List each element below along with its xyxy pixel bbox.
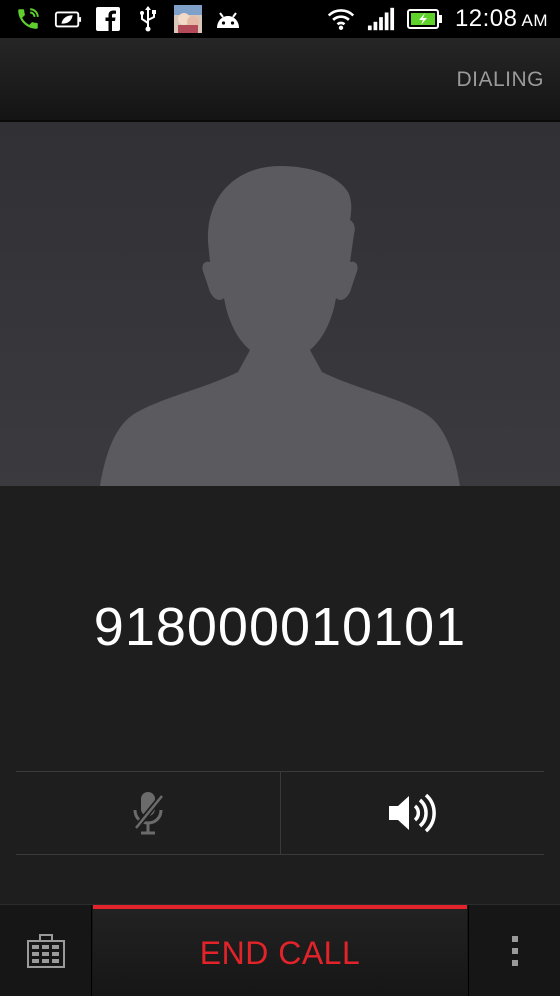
system-icons: 12:08 AM xyxy=(327,4,548,34)
signal-icon xyxy=(367,5,395,33)
dialpad-button[interactable] xyxy=(0,905,92,996)
clock-time: 12:08 xyxy=(454,5,518,32)
bottom-bar: END CALL xyxy=(0,904,560,996)
call-state-label: DIALING xyxy=(456,68,544,91)
speaker-icon xyxy=(389,793,437,833)
dialed-number: 918000010101 xyxy=(93,597,467,657)
phone-call-icon xyxy=(14,5,42,33)
android-icon xyxy=(214,5,242,33)
clock: 12:08 AM xyxy=(455,5,548,33)
contact-silhouette-icon xyxy=(100,166,460,486)
clock-ampm: AM xyxy=(521,11,548,30)
call-header: DIALING xyxy=(0,38,560,122)
leaf-battery-icon xyxy=(54,5,82,33)
end-call-button[interactable]: END CALL xyxy=(93,905,467,996)
call-controls xyxy=(16,771,544,855)
notification-icons xyxy=(14,4,242,34)
wifi-icon xyxy=(327,5,355,33)
status-bar: 12:08 AM xyxy=(0,0,560,38)
overflow-menu-icon xyxy=(511,936,518,966)
call-info: 918000010101 xyxy=(0,486,560,904)
battery-charging-icon xyxy=(406,5,443,33)
mic-muted-icon xyxy=(133,792,165,835)
contact-photo xyxy=(0,122,560,486)
speaker-button[interactable] xyxy=(279,772,545,854)
mute-button[interactable] xyxy=(16,772,280,854)
overflow-menu-button[interactable] xyxy=(468,905,560,996)
usb-icon xyxy=(134,5,162,33)
facebook-icon xyxy=(94,5,122,33)
end-call-label: END CALL xyxy=(199,934,361,971)
app-thumbnail-icon xyxy=(174,5,202,33)
dialpad-icon xyxy=(26,934,65,968)
